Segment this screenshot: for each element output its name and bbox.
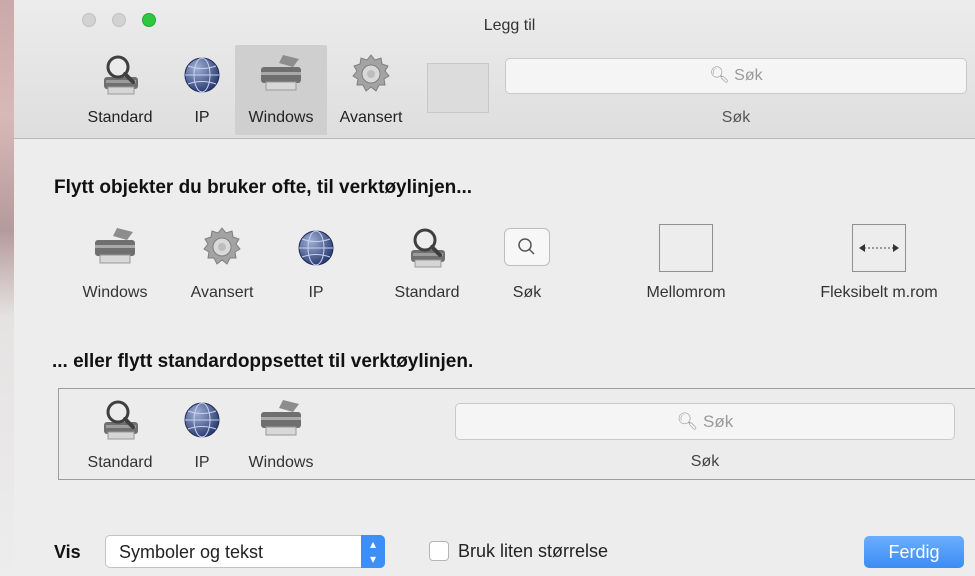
- search-icon: 🔍︎: [709, 67, 730, 84]
- gear-icon: [348, 51, 394, 102]
- palette-item-label: Mellomrom: [646, 284, 726, 301]
- toolbar-item-label: IP: [194, 109, 210, 126]
- palette-item-flexible-space[interactable]: Fleksibelt m.rom: [804, 218, 954, 308]
- small-size-checkbox[interactable]: [429, 541, 449, 561]
- search-icon: 🔍︎: [676, 412, 699, 431]
- palette-item-label: Windows: [82, 284, 148, 301]
- gear-icon: [199, 224, 245, 275]
- window-title: Legg til: [483, 17, 536, 34]
- space-icon: [659, 224, 713, 272]
- window-toolbar: Legg til Standard IP Windows Avansert 🔍︎…: [14, 0, 975, 139]
- default-item-label: IP: [194, 454, 210, 471]
- default-item-label: Standard: [87, 454, 153, 471]
- printer-icon: [89, 224, 141, 275]
- magnifier-printer-icon: [96, 51, 144, 104]
- magnifier-printer-icon: [96, 396, 144, 449]
- popup-arrows-icon: ▴ ▾: [361, 535, 385, 568]
- search-placeholder: Søk: [703, 412, 734, 431]
- default-item-ip: IP: [175, 391, 229, 479]
- customize-toolbar-sheet: Flytt objekter du bruker ofte, til verkt…: [14, 140, 975, 576]
- magnifier-printer-icon: [403, 224, 451, 277]
- palette-item-label: Søk: [512, 284, 542, 301]
- toolbar-item-ip[interactable]: IP: [174, 45, 230, 135]
- default-set-toolbar[interactable]: Standard IP Windows 🔍︎ Søk Søk: [58, 388, 975, 480]
- toolbar-item-label: Avansert: [339, 109, 403, 126]
- toolbar-space-placeholder: [427, 63, 489, 113]
- search-input[interactable]: 🔍︎ Søk: [505, 58, 967, 94]
- palette-heading: Flytt objekter du bruker ofte, til verkt…: [54, 177, 473, 198]
- small-size-label: Bruk liten størrelse: [458, 541, 609, 561]
- toolbar-item-advanced[interactable]: Avansert: [330, 45, 412, 135]
- default-item-windows: Windows: [233, 391, 329, 479]
- globe-icon: [180, 396, 224, 445]
- default-set-heading: ... eller flytt standardoppsettet til ve…: [52, 351, 474, 372]
- palette-item-search[interactable]: Søk: [495, 218, 559, 308]
- printer-icon: [255, 51, 307, 102]
- search-icon: [504, 228, 550, 266]
- palette-item-advanced[interactable]: Avansert: [177, 218, 267, 308]
- palette-item-label: Standard: [394, 284, 460, 301]
- done-button[interactable]: Ferdig: [864, 536, 964, 568]
- toolbar-item-label: Windows: [248, 109, 314, 126]
- toolbar-item-windows[interactable]: Windows: [235, 45, 327, 135]
- flexible-space-icon: [852, 224, 906, 272]
- palette-item-space[interactable]: Mellomrom: [626, 218, 746, 308]
- default-search-label: Søk: [690, 453, 720, 470]
- default-search-field: 🔍︎ Søk: [455, 403, 955, 440]
- palette-item-standard[interactable]: Standard: [379, 218, 475, 308]
- palette-item-windows[interactable]: Windows: [70, 218, 160, 308]
- palette-item-ip[interactable]: IP: [286, 218, 346, 308]
- default-item-standard: Standard: [73, 391, 167, 479]
- globe-icon: [180, 51, 224, 100]
- desktop-background: [0, 0, 14, 576]
- globe-icon: [294, 224, 338, 273]
- default-item-label: Windows: [248, 454, 314, 471]
- search-placeholder: Søk: [734, 67, 763, 84]
- search-item-label: Søk: [721, 109, 751, 126]
- printer-icon: [255, 396, 307, 447]
- toolbar-item-label: Standard: [87, 109, 153, 126]
- show-mode-value: Symboler og tekst: [119, 542, 264, 562]
- palette-item-label: Fleksibelt m.rom: [820, 284, 938, 301]
- toolbar-item-standard[interactable]: Standard: [72, 45, 168, 135]
- show-mode-popup[interactable]: Symboler og tekst ▴ ▾: [105, 535, 385, 568]
- palette-item-label: IP: [308, 284, 324, 301]
- palette-item-label: Avansert: [190, 284, 254, 301]
- show-label: Vis: [54, 542, 81, 562]
